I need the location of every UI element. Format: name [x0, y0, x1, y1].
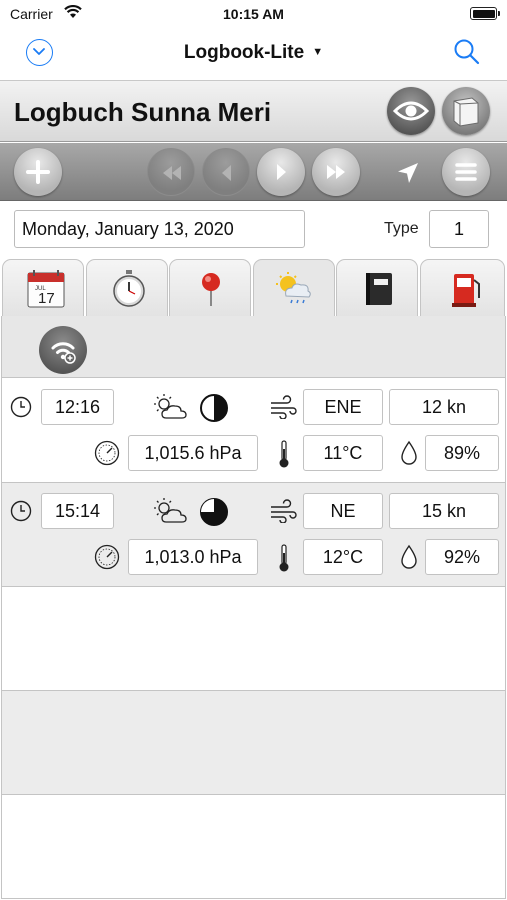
map-pin-icon	[202, 273, 220, 306]
tab-calendar[interactable]: JUL 17	[2, 259, 84, 316]
weather-icon	[276, 272, 311, 304]
app-title: Logbook-Lite	[183, 42, 305, 63]
wind-direction[interactable]: ENE	[303, 389, 383, 425]
next-icon	[277, 164, 286, 180]
empty-row	[2, 795, 505, 898]
view-button[interactable]	[387, 87, 435, 135]
calendar-icon: JUL 17	[27, 270, 65, 308]
tab-position[interactable]	[169, 259, 251, 316]
thermometer-icon	[279, 544, 289, 572]
status-bar: Carrier 10:15 AM	[0, 0, 507, 28]
logbook-header: Logbuch Sunna Meri	[0, 80, 507, 142]
humidity-icon	[401, 544, 417, 569]
plus-icon	[26, 160, 50, 184]
menu-button[interactable]	[442, 148, 490, 196]
tab-fuel[interactable]	[420, 259, 505, 316]
previous-icon	[222, 165, 231, 181]
section-tabs: JUL 17	[0, 259, 507, 316]
battery-icon	[470, 7, 500, 20]
humidity[interactable]: 92%	[425, 539, 499, 575]
book-icon	[453, 97, 479, 127]
rewind-icon	[163, 166, 181, 180]
empty-row	[2, 587, 505, 691]
search-icon[interactable]	[453, 38, 481, 66]
caret-down-icon: ▼	[312, 46, 324, 58]
wireless-add-icon	[51, 342, 76, 364]
temperature[interactable]: 12°C	[303, 539, 383, 575]
logbook-title: Logbuch Sunna Meri	[14, 97, 272, 127]
thermometer-icon	[279, 440, 289, 468]
moon-phase-icon	[200, 498, 228, 526]
temperature[interactable]: 11°C	[303, 435, 383, 471]
pressure[interactable]: 1,015.6 hPa	[128, 435, 258, 471]
tab-time[interactable]	[86, 259, 168, 316]
type-field[interactable]: 1	[429, 210, 489, 248]
date-row: Monday, January 13, 2020 Type 1	[0, 201, 507, 257]
add-button[interactable]	[14, 148, 62, 196]
next-entry-button[interactable]	[257, 148, 305, 196]
weather-log-panel: 12:16 ENE 12 kn 1,015.6 hPa 11°C 89% 15:…	[1, 316, 506, 899]
menu-icon	[455, 163, 477, 181]
partly-cloudy-icon	[154, 394, 187, 419]
fast-forward-icon	[327, 165, 345, 179]
wind-speed[interactable]: 15 kn	[389, 493, 499, 529]
first-entry-button[interactable]	[147, 148, 195, 196]
partly-cloudy-icon	[154, 498, 187, 523]
moon-phase-icon	[200, 394, 228, 422]
wind-icon	[271, 499, 297, 523]
empty-row	[2, 691, 505, 795]
add-weather-bar	[2, 316, 505, 378]
tab-notes[interactable]	[336, 259, 418, 316]
entry-time[interactable]: 15:14	[41, 493, 114, 529]
pressure[interactable]: 1,013.0 hPa	[128, 539, 258, 575]
app-title-menu[interactable]: Logbook-Lite ▼	[0, 42, 507, 64]
toolbar	[0, 143, 507, 201]
wind-direction[interactable]: NE	[303, 493, 383, 529]
entry-time[interactable]: 12:16	[41, 389, 114, 425]
location-arrow-icon[interactable]	[396, 161, 420, 185]
wind-speed[interactable]: 12 kn	[389, 389, 499, 425]
stopwatch-icon	[113, 270, 145, 307]
calendar-day: 17	[38, 290, 55, 307]
barometer-icon	[94, 544, 120, 570]
weather-entry[interactable]: 12:16 ENE 12 kn 1,015.6 hPa 11°C 89%	[2, 379, 505, 483]
previous-entry-button[interactable]	[202, 148, 250, 196]
navigation-bar: Logbook-Lite ▼	[0, 28, 507, 78]
type-label: Type	[384, 220, 419, 237]
add-weather-entry-button[interactable]	[39, 326, 87, 374]
date-field[interactable]: Monday, January 13, 2020	[14, 210, 305, 248]
barometer-icon	[94, 440, 120, 466]
notebook-icon	[366, 273, 392, 305]
humidity[interactable]: 89%	[425, 435, 499, 471]
wind-icon	[271, 395, 297, 419]
last-entry-button[interactable]	[312, 148, 360, 196]
open-logbook-button[interactable]	[442, 87, 490, 135]
clock-icon	[10, 396, 32, 418]
eye-icon	[392, 101, 430, 121]
clock-icon	[10, 500, 32, 522]
weather-entry[interactable]: 15:14 NE 15 kn 1,013.0 hPa 12°C 92%	[2, 483, 505, 587]
tab-weather[interactable]	[253, 259, 335, 316]
clock: 10:15 AM	[223, 6, 284, 22]
fuel-pump-icon	[452, 274, 480, 307]
humidity-icon	[401, 440, 417, 465]
